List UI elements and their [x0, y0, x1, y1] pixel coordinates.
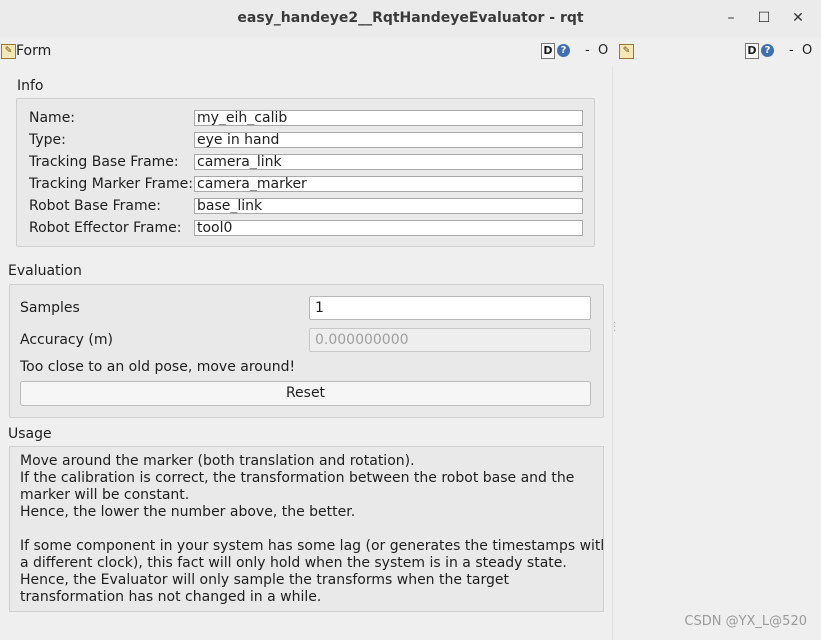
pencil-icon: ✎	[619, 44, 634, 59]
robot-effector-frame-label: Robot Effector Frame:	[29, 220, 182, 236]
type-label: Type:	[29, 132, 66, 148]
dock-close-button-right[interactable]: O	[802, 43, 812, 58]
name-field[interactable]: my_eih_calib	[194, 110, 583, 126]
evaluation-group-label: Evaluation	[8, 263, 82, 279]
usage-line: transformation has not changed in a whil…	[20, 589, 322, 605]
usage-line: If the calibration is correct, the trans…	[20, 470, 575, 486]
robot-base-frame-field[interactable]: base_link	[194, 198, 583, 214]
help-icon[interactable]: ?	[557, 44, 570, 57]
reset-button[interactable]: Reset	[20, 381, 591, 406]
usage-line: marker will be constant.	[20, 487, 190, 503]
accuracy-label: Accuracy (m)	[20, 332, 113, 348]
dock-minimize-button-right[interactable]: -	[789, 43, 794, 58]
evaluation-status-text: Too close to an old pose, move around!	[20, 359, 296, 375]
tracking-marker-frame-label: Tracking Marker Frame:	[29, 176, 193, 192]
usage-line	[20, 521, 603, 538]
samples-label: Samples	[20, 300, 80, 316]
tracking-marker-frame-field[interactable]: camera_marker	[194, 176, 583, 192]
dock-title: Form	[16, 43, 52, 59]
usage-group-label: Usage	[8, 426, 52, 442]
minimize-button[interactable]: –	[721, 8, 741, 28]
right-dock-pane	[612, 66, 821, 640]
usage-line: If some component in your system has som…	[20, 538, 604, 554]
robot-effector-frame-field[interactable]: tool0	[194, 220, 583, 236]
pencil-icon: ✎	[1, 44, 16, 59]
splitter-handle[interactable]: · · ·	[613, 319, 616, 338]
samples-field[interactable]: 1	[309, 296, 591, 320]
usage-line: Hence, the Evaluator will only sample th…	[20, 572, 510, 588]
usage-text-area[interactable]: Move around the marker (both translation…	[9, 446, 604, 612]
window-title: easy_handeye2__RqtHandeyeEvaluator - rqt	[237, 10, 584, 26]
info-group-label: Info	[17, 78, 44, 94]
robot-base-frame-label: Robot Base Frame:	[29, 198, 161, 214]
tracking-base-frame-field[interactable]: camera_link	[194, 154, 583, 170]
help-icon[interactable]: ?	[761, 44, 774, 57]
dock-d-button[interactable]: D	[541, 43, 555, 59]
tracking-base-frame-label: Tracking Base Frame:	[29, 154, 179, 170]
maximize-button[interactable]: ☐	[754, 8, 774, 28]
close-window-button[interactable]: ✕	[788, 8, 808, 28]
dock-minimize-button[interactable]: -	[585, 43, 590, 58]
usage-line: Move around the marker (both translation…	[20, 453, 415, 469]
dock-close-button[interactable]: O	[598, 43, 608, 58]
dock-title-bar	[0, 38, 821, 66]
usage-line: a different clock), this fact will only …	[20, 555, 567, 571]
dock-d-button-right[interactable]: D	[745, 43, 759, 59]
name-label: Name:	[29, 110, 76, 126]
accuracy-field: 0.000000000	[309, 328, 591, 352]
watermark-text: CSDN @YX_L@520	[684, 614, 807, 629]
usage-line: Hence, the lower the number above, the b…	[20, 504, 356, 520]
type-field[interactable]: eye in hand	[194, 132, 583, 148]
